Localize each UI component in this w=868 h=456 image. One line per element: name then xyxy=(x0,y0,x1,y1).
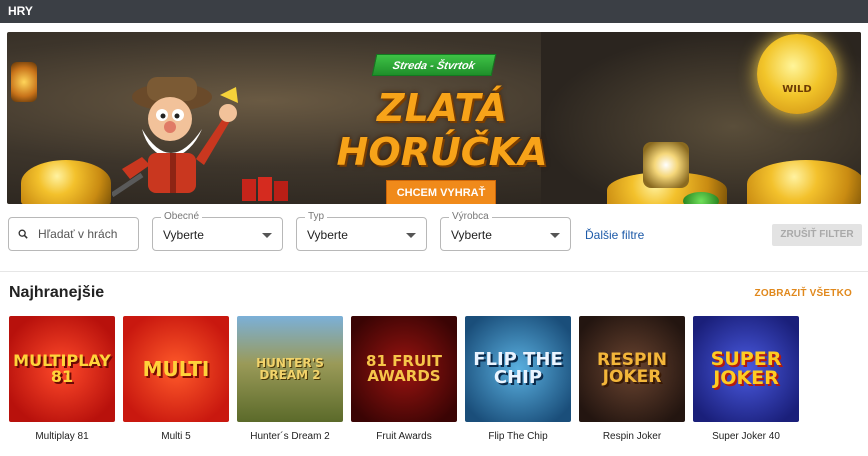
header-title: HRY xyxy=(8,4,33,18)
game-thumbnail: FLIP THE CHIP xyxy=(465,316,571,422)
game-art-text: MULTIPLAY 81 xyxy=(13,351,111,386)
lantern-icon xyxy=(11,62,37,102)
dynamite-icon xyxy=(242,177,288,201)
game-thumbnail: MULTIPLAY 81 xyxy=(9,316,115,422)
chevron-down-icon xyxy=(262,233,272,238)
game-name: Multiplay 81 xyxy=(35,431,89,442)
game-name: Respin Joker xyxy=(602,431,662,442)
wild-sun-icon: WILD xyxy=(757,34,837,114)
game-art-text: HUNTER'S DREAM 2 xyxy=(256,356,324,382)
page-header: HRY xyxy=(0,0,868,23)
section-title: Najhranejšie xyxy=(9,284,105,301)
wild-label: WILD xyxy=(782,84,812,95)
chevron-down-icon xyxy=(406,233,416,238)
game-name: Super Joker 40 xyxy=(712,431,780,442)
game-thumbnail: SUPER JOKER xyxy=(693,316,799,422)
dragon-icon xyxy=(683,192,719,204)
game-thumbnail: 81 FRUIT AWARDS xyxy=(351,316,457,422)
gold-pile-right xyxy=(747,160,861,204)
game-thumbnail: HUNTER'S DREAM 2 xyxy=(237,316,343,422)
select-general-legend: Obecné xyxy=(161,211,203,222)
select-type[interactable]: Typ Vyberte xyxy=(296,211,427,251)
select-type-legend: Typ xyxy=(305,211,328,222)
chevron-down-icon xyxy=(550,233,560,238)
game-card[interactable]: HUNTER'S DREAM 2 Hunter´s Dream 2 xyxy=(237,316,343,442)
select-provider-value: Vyberte xyxy=(451,228,492,242)
select-general-value: Vyberte xyxy=(163,228,204,242)
game-thumbnail: MULTI xyxy=(123,316,229,422)
promo-banner[interactable]: WILD Streda - Štvrtok ZLATÁ HORÚČKA CHCE… xyxy=(7,32,861,204)
game-art-text: RESPIN JOKER xyxy=(597,350,667,387)
game-card[interactable]: 81 FRUIT AWARDS Fruit Awards xyxy=(351,316,457,442)
select-provider[interactable]: Výrobca Vyberte xyxy=(440,211,571,251)
game-name: Flip The Chip xyxy=(488,431,548,442)
game-name: Fruit Awards xyxy=(376,431,432,442)
game-art-text: FLIP THE CHIP xyxy=(473,349,563,388)
select-general[interactable]: Obecné Vyberte xyxy=(152,211,283,251)
game-card[interactable]: MULTIPLAY 81 Multiplay 81 xyxy=(9,316,115,442)
game-card[interactable]: FLIP THE CHIP Flip The Chip xyxy=(465,316,571,442)
search-icon xyxy=(18,229,28,239)
game-art-text: 81 FRUIT AWARDS xyxy=(366,352,442,385)
game-card[interactable]: MULTI Multi 5 xyxy=(123,316,229,442)
select-type-value: Vyberte xyxy=(307,228,348,242)
gold-pile-left xyxy=(21,160,111,204)
section-divider xyxy=(0,271,868,272)
game-name: Multi 5 xyxy=(161,431,191,442)
game-art-text: MULTI xyxy=(142,357,210,381)
filter-bar: Obecné Vyberte Typ Vyberte Výrobca Vyber… xyxy=(8,211,868,251)
clear-filter-button[interactable]: ZRUŠIŤ FILTER xyxy=(772,224,862,246)
search-input[interactable] xyxy=(38,227,138,241)
select-provider-legend: Výrobca xyxy=(449,211,492,222)
game-thumbnail: RESPIN JOKER xyxy=(579,316,685,422)
search-box[interactable] xyxy=(8,217,139,251)
more-filters-link[interactable]: Ďalšie filtre xyxy=(585,228,644,242)
game-card[interactable]: SUPER JOKER Super Joker 40 xyxy=(693,316,799,442)
game-art-text: SUPER JOKER xyxy=(710,348,782,389)
game-name: Hunter´s Dream 2 xyxy=(250,431,330,442)
games-row: MULTIPLAY 81 Multiplay 81 MULTI Multi 5 … xyxy=(9,316,799,442)
cta-button[interactable]: CHCEM VYHRAŤ xyxy=(386,180,496,204)
miner-character-icon xyxy=(112,77,238,198)
show-all-link[interactable]: ZOBRAZIŤ VŠETKO xyxy=(755,288,852,299)
promo-headline: ZLATÁ HORÚČKA xyxy=(336,86,548,174)
emblem-icon xyxy=(643,142,689,188)
game-card[interactable]: RESPIN JOKER Respin Joker xyxy=(579,316,685,442)
promo-ribbon: Streda - Štvrtok xyxy=(371,54,497,76)
